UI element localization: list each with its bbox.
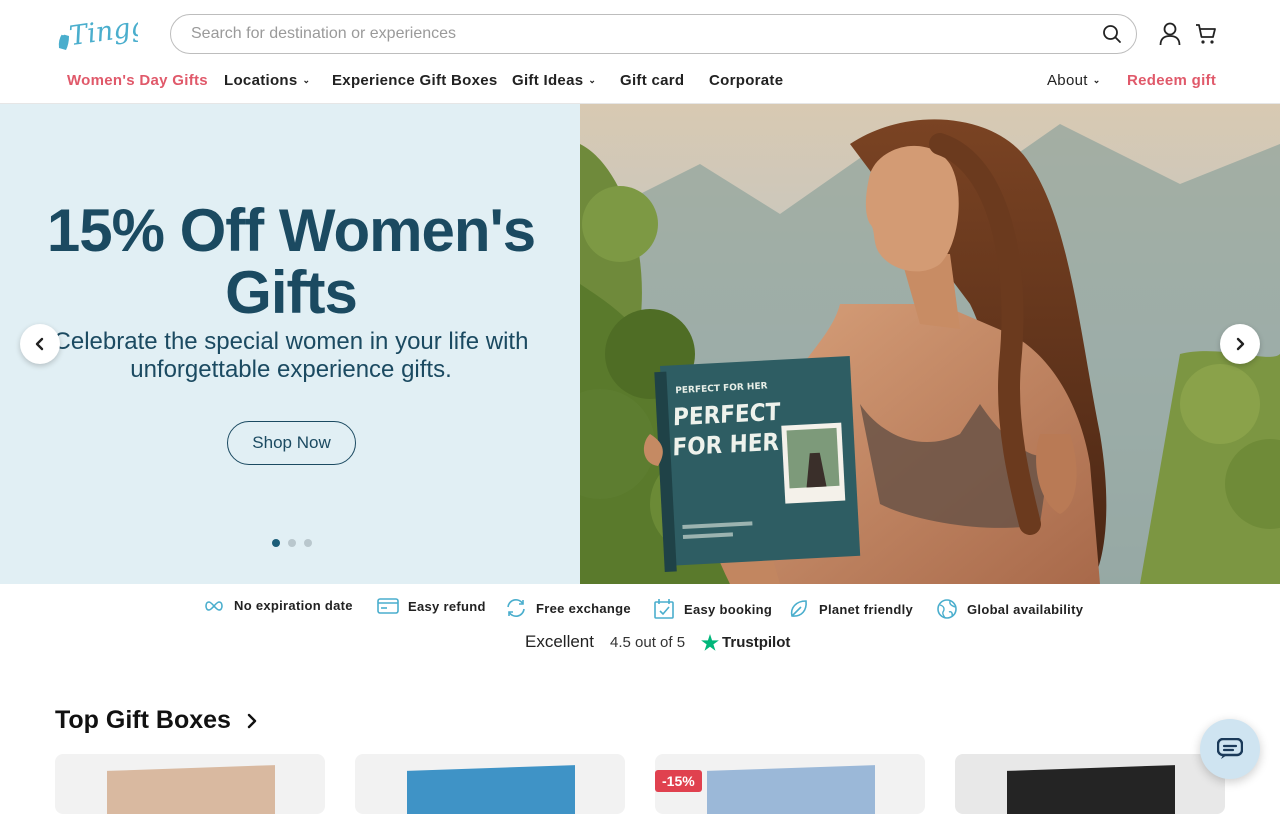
- gift-box-card[interactable]: [355, 754, 625, 814]
- gift-box-image: [407, 765, 575, 814]
- tinggly-logo[interactable]: Tinggly: [54, 7, 174, 58]
- globe-icon: [937, 599, 957, 619]
- usp-free-exchange: Free exchange: [505, 598, 631, 618]
- gift-box-image: [707, 765, 875, 814]
- search-bar[interactable]: [170, 14, 1137, 54]
- gift-box-card[interactable]: [955, 754, 1225, 814]
- search-icon[interactable]: [1100, 22, 1124, 46]
- trustpilot-star-icon: [701, 633, 719, 651]
- usp-easy-refund: Easy refund: [377, 598, 486, 614]
- carousel-prev-button[interactable]: [20, 324, 60, 364]
- chevron-down-icon: ⌄: [588, 75, 597, 85]
- search-input[interactable]: [191, 25, 1100, 43]
- nav-experience-boxes-label: Experience Gift Boxes: [332, 72, 498, 89]
- account-icon[interactable]: [1157, 21, 1183, 47]
- slide-indicators: [272, 539, 312, 547]
- nav-about-label: About: [1047, 72, 1088, 89]
- nav-redeem-label: Redeem gift: [1127, 72, 1217, 89]
- nav-gift-card[interactable]: Gift card: [620, 72, 684, 89]
- leaf-icon: [790, 600, 807, 617]
- slide-dot-1[interactable]: [272, 539, 280, 547]
- trustpilot-widget[interactable]: Excellent 4.5 out of 5 Trustpilot: [525, 632, 790, 652]
- usp-easy-booking: Easy booking: [653, 598, 772, 620]
- trustpilot-brand-label: Trustpilot: [722, 633, 791, 651]
- exchange-icon: [507, 599, 525, 617]
- infinity-icon: [205, 600, 223, 611]
- box-text-line1: PERFECT: [673, 398, 781, 432]
- nav-womens-day-label: Women's Day Gifts: [67, 72, 208, 89]
- trustpilot-rating-word: Excellent: [525, 632, 594, 651]
- gift-box-card[interactable]: -15%: [655, 754, 925, 814]
- hero-banner: 15% Off Women's Gifts Celebrate the spec…: [0, 104, 1280, 584]
- calendar-check-icon: [654, 599, 674, 619]
- gift-box-card[interactable]: [55, 754, 325, 814]
- slide-dot-3[interactable]: [304, 539, 312, 547]
- gift-box-image: [1007, 765, 1175, 814]
- discount-badge: -15%: [655, 770, 702, 792]
- site-header: Tinggly Women's Day Gifts Locations ⌄ Exp…: [0, 0, 1280, 104]
- nav-corporate[interactable]: Corporate: [709, 72, 783, 89]
- usp-label: Easy booking: [684, 601, 773, 617]
- chat-button[interactable]: [1200, 719, 1260, 779]
- usp-label: Easy refund: [408, 598, 486, 614]
- nav-gift-ideas-label: Gift Ideas: [512, 72, 584, 89]
- usp-global-availability: Global availability: [936, 598, 1083, 620]
- section-title-label: Top Gift Boxes: [55, 706, 231, 734]
- usp-planet-friendly: Planet friendly: [788, 598, 913, 620]
- carousel-next-button[interactable]: [1220, 324, 1260, 364]
- slide-dot-2[interactable]: [288, 539, 296, 547]
- hero-image: PERFECT FOR HER PERFECT FOR HER: [580, 104, 1280, 584]
- nav-experience-gift-boxes[interactable]: Experience Gift Boxes: [332, 72, 498, 89]
- chevron-down-icon: ⌄: [302, 75, 311, 85]
- hero-subtitle: Celebrate the special women in your life…: [53, 328, 529, 383]
- chevron-down-icon: ⌄: [1092, 75, 1101, 85]
- usp-label: No expiration date: [234, 598, 353, 613]
- trustpilot-score: 4.5 out of 5: [609, 633, 686, 651]
- gift-box-image: [107, 765, 275, 814]
- box-text-line2: FOR HER: [672, 428, 779, 462]
- hero-text-panel: 15% Off Women's Gifts Celebrate the spec…: [0, 104, 580, 584]
- card-icon: [377, 598, 399, 614]
- usp-label: Free exchange: [536, 600, 631, 616]
- shop-now-button[interactable]: Shop Now: [227, 421, 356, 465]
- nav-gift-ideas[interactable]: Gift Ideas ⌄: [512, 72, 596, 89]
- nav-locations-label: Locations: [224, 72, 298, 89]
- cart-icon[interactable]: [1193, 21, 1219, 47]
- main-nav: Women's Day Gifts Locations ⌄ Experience …: [0, 62, 1280, 102]
- usp-strip: No expiration date Easy refund Free exch…: [0, 596, 1280, 622]
- usp-label: Global availability: [967, 601, 1084, 617]
- top-gift-boxes-heading[interactable]: Top Gift Boxes: [55, 706, 257, 735]
- trustpilot-brand: Trustpilot: [701, 633, 791, 651]
- nav-gift-card-label: Gift card: [620, 72, 685, 89]
- nav-redeem-gift[interactable]: Redeem gift: [1127, 72, 1216, 89]
- usp-label: Planet friendly: [819, 601, 914, 617]
- nav-womens-day-gifts[interactable]: Women's Day Gifts: [67, 72, 208, 89]
- nav-about[interactable]: About ⌄: [1047, 72, 1101, 89]
- nav-corporate-label: Corporate: [709, 72, 784, 89]
- hero-title: 15% Off Women's Gifts: [46, 197, 536, 326]
- chevron-right-icon: [247, 713, 257, 728]
- chevron-left-icon: [35, 337, 44, 351]
- nav-locations[interactable]: Locations ⌄: [224, 72, 310, 89]
- chat-icon: [1217, 738, 1243, 759]
- usp-no-expiration: No expiration date: [203, 598, 353, 613]
- svg-text:Tinggly: Tinggly: [67, 12, 138, 52]
- chevron-right-icon: [1236, 337, 1245, 351]
